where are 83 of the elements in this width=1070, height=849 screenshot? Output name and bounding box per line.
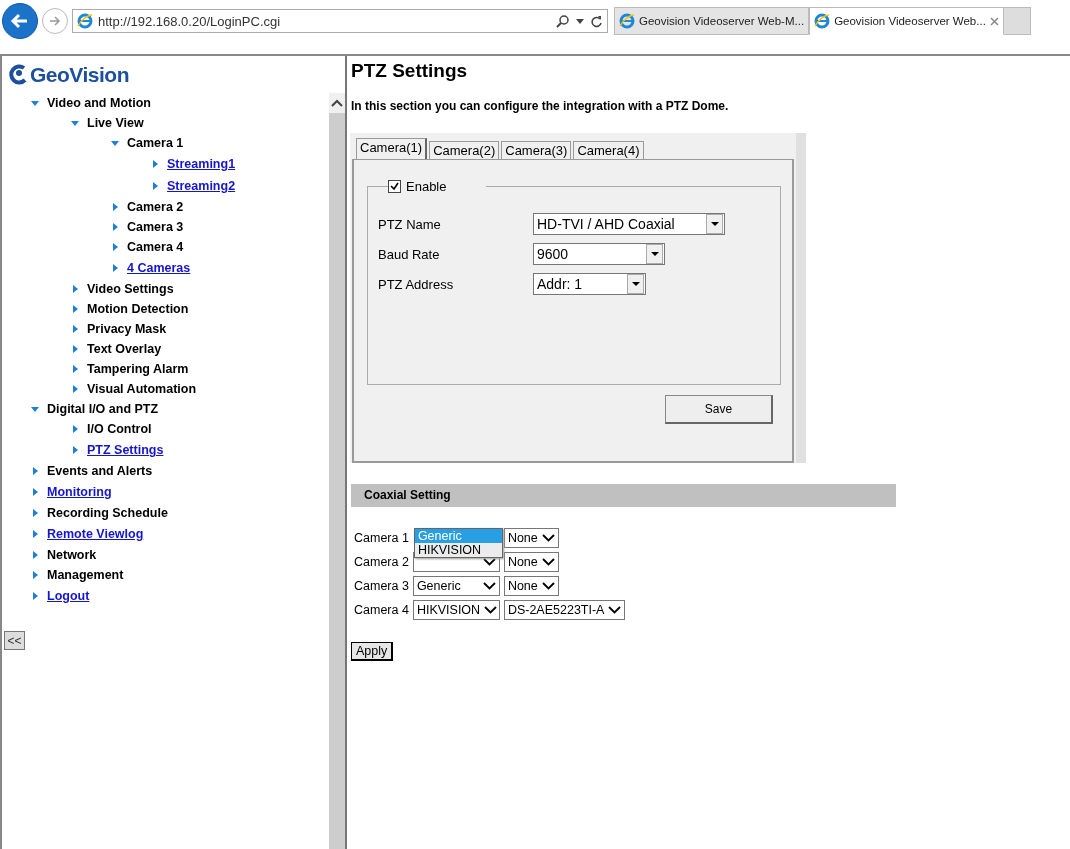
dropdown[interactable]: Addr: 1	[533, 273, 646, 295]
dropdown[interactable]: None	[503, 528, 559, 548]
browser-tab[interactable]: Geovision Videoserver Web...	[809, 7, 1004, 35]
nav-link[interactable]: 4 Cameras	[127, 261, 191, 275]
nav-link[interactable]: PTZ Settings	[87, 443, 164, 457]
right-arrow-icon	[48, 14, 62, 28]
dropdown[interactable]: None	[503, 576, 559, 596]
nav-link[interactable]: Streaming1	[167, 157, 236, 171]
chevron-down-icon[interactable]	[484, 606, 498, 614]
dropdown[interactable]: Generic	[412, 576, 500, 596]
row-label: Camera 4	[354, 603, 409, 617]
row-label: Camera 1	[354, 531, 409, 545]
chevron-down-icon[interactable]	[541, 534, 555, 542]
nav-item[interactable]: Camera 4	[127, 240, 184, 254]
browser-logo-icon	[814, 13, 831, 29]
nav-item[interactable]: Camera 1	[127, 136, 184, 150]
address-bar[interactable]: http://192.168.0.20/LoginPC.cgi	[72, 9, 608, 33]
expanded-arrow-icon[interactable]	[69, 120, 81, 126]
chevron-down-icon[interactable]	[608, 606, 622, 614]
close-icon[interactable]	[989, 16, 999, 26]
camera-tab[interactable]: Camera(2)	[429, 141, 500, 159]
row-label: Camera 2	[354, 555, 409, 569]
dropdown-list[interactable]: Generic HIKVISION	[413, 528, 503, 558]
dropdown-option[interactable]: HIKVISION	[414, 543, 502, 557]
nav-item[interactable]: Camera 2	[127, 200, 184, 214]
field-label: PTZ Name	[378, 216, 442, 232]
refresh-icon[interactable]	[590, 14, 603, 28]
browser-tab[interactable]: Geovision Videoserver Web-M...	[614, 7, 810, 35]
section-header: Coaxial Setting	[351, 484, 896, 507]
dropdown[interactable]: HD-TVI / AHD Coaxial	[533, 213, 725, 235]
camera-tab[interactable]: Camera(3)	[501, 141, 572, 159]
row-label: Camera 3	[354, 579, 409, 593]
scrollbar[interactable]	[796, 133, 806, 463]
url-text: http://192.168.0.20/LoginPC.cgi	[98, 13, 282, 29]
geovision-logo: GeoVision	[2, 56, 345, 89]
expanded-arrow-icon[interactable]	[29, 100, 41, 106]
nav-item[interactable]: Live View	[87, 116, 144, 130]
nav-link[interactable]: Monitoring	[47, 485, 112, 499]
enable-checkbox[interactable]: Enable	[388, 179, 487, 194]
checkmark-icon	[390, 182, 399, 191]
dropdown[interactable]: None	[503, 552, 559, 572]
nav-item[interactable]: Management	[47, 568, 124, 582]
chevron-down-icon[interactable]	[541, 582, 555, 590]
camera-tab[interactable]: Camera(4)	[573, 141, 644, 159]
field-label: Baud Rate	[378, 246, 441, 262]
nav-item[interactable]: Digital I/O and PTZ	[47, 402, 159, 416]
back-button[interactable]	[2, 3, 38, 39]
caret-icon[interactable]	[576, 18, 584, 24]
intro-text: In this section you can configure the integration with a PTZ Dome.	[351, 99, 730, 113]
field-label: PTZ Address	[378, 276, 455, 292]
nav-item[interactable]: Privacy Mask	[87, 322, 167, 336]
collapse-sidebar-button[interactable]: <<	[4, 631, 25, 650]
browser-logo-icon	[619, 13, 635, 29]
nav-item[interactable]: Video Settings	[87, 282, 174, 296]
dropdown[interactable]: DS-2AE5223TI-A	[503, 600, 626, 620]
dropdown[interactable]: HIKVISION	[412, 600, 500, 620]
save-button[interactable]: Save	[665, 395, 773, 424]
chevron-down-icon[interactable]	[482, 582, 496, 590]
chevron-down-icon[interactable]	[541, 558, 555, 566]
nav-item[interactable]: Camera 3	[127, 220, 184, 234]
page-title: PTZ Settings	[351, 60, 469, 82]
nav-item[interactable]: I/O Control	[87, 422, 152, 436]
search-icon[interactable]	[556, 14, 570, 28]
nav-item[interactable]: Motion Detection	[87, 302, 189, 316]
nav-item[interactable]: Events and Alerts	[47, 464, 153, 478]
expanded-arrow-icon[interactable]	[29, 406, 41, 412]
browser-logo-icon	[77, 13, 93, 29]
nav-item[interactable]: Network	[47, 548, 97, 562]
dropdown[interactable]: 9600	[533, 243, 665, 265]
nav-item[interactable]: Text Overlay	[87, 342, 162, 356]
nav-item[interactable]: Tampering Alarm	[87, 362, 189, 376]
apply-button[interactable]: Apply	[351, 642, 394, 661]
nav-link[interactable]: Streaming2	[167, 179, 236, 193]
forward-button[interactable]	[42, 8, 68, 34]
expanded-arrow-icon[interactable]	[109, 140, 121, 146]
nav-item[interactable]: Video and Motion	[47, 96, 151, 110]
camera-tab[interactable]: Camera(1)	[356, 138, 428, 159]
chevron-down-icon[interactable]	[482, 558, 496, 566]
nav-link[interactable]: Remote Viewlog	[47, 527, 144, 541]
nav-item[interactable]: Visual Automation	[87, 382, 197, 396]
scroll-up-icon[interactable]	[331, 99, 343, 107]
nav-link[interactable]: Logout	[47, 589, 90, 603]
nav-item[interactable]: Recording Schedule	[47, 506, 168, 520]
